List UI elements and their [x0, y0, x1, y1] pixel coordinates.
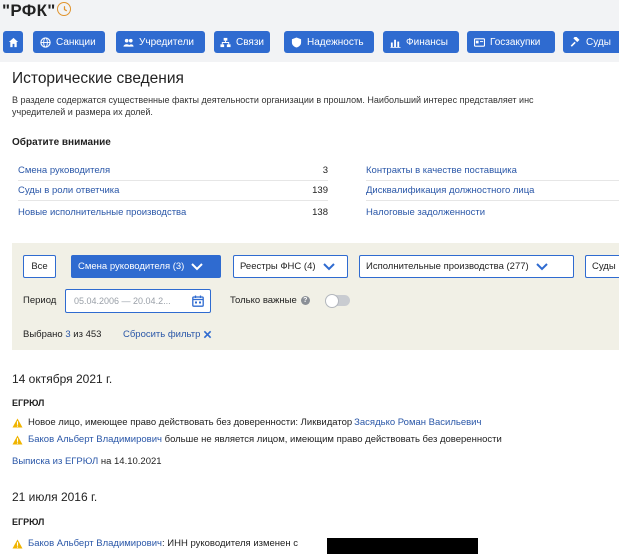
fact-row: Суды в роли ответчика 139: [18, 181, 328, 201]
fact-link-disqualification[interactable]: Дисквалификация должностного лица: [366, 185, 534, 196]
fact-count: 3: [322, 165, 328, 176]
important-only-label: Только важные ?: [230, 295, 310, 306]
card-icon: [473, 36, 485, 48]
nav-home-button[interactable]: [3, 31, 23, 53]
chevron-down-icon: [322, 260, 336, 274]
nav-finance-button[interactable]: Финансы: [383, 31, 459, 53]
important-label-text: Только важные: [230, 295, 297, 306]
intro-text: В разделе содержатся существенные факты …: [12, 94, 619, 118]
shield-icon: [290, 36, 302, 48]
filter-label: Смена руководителя (3): [78, 261, 185, 272]
help-icon[interactable]: ?: [300, 296, 310, 305]
calendar-icon[interactable]: [192, 295, 204, 307]
reset-filter-link[interactable]: Сбросить фильтр: [123, 329, 212, 340]
fact-row: Дисквалификация должностного лица: [366, 181, 619, 201]
top-bar: "РФК" Санкции Учредители Связи Надежност…: [0, 0, 619, 62]
nav-courts-button[interactable]: Суды: [563, 31, 619, 53]
hammer-icon: [569, 36, 581, 48]
filter-courts-dropdown[interactable]: Суды: [585, 255, 619, 278]
extract-date: на 14.10.2021: [98, 456, 162, 467]
intro-line: В разделе содержатся существенные факты …: [12, 95, 534, 105]
notice-title: Обратите внимание: [12, 137, 111, 148]
chevron-down-icon: [535, 260, 549, 274]
nav-label: Санкции: [56, 36, 96, 48]
intro-line: учредителей и размера их долей.: [12, 107, 153, 117]
fact-link-tax-debts[interactable]: Налоговые задолженности: [366, 207, 485, 218]
fact-count: 139: [312, 185, 328, 196]
selected-count-link[interactable]: 3: [65, 329, 70, 340]
nav-label: Госзакупки: [490, 36, 541, 48]
warning-icon: [12, 417, 23, 428]
filter-enforcement-dropdown[interactable]: Исполнительные производства (277): [359, 255, 574, 278]
nav-sanctions-button[interactable]: Санкции: [33, 31, 105, 53]
reset-filter-label: Сбросить фильтр: [123, 329, 201, 340]
event-text: больше не является лицом, имеющим право …: [161, 434, 502, 445]
nav-links-button[interactable]: Связи: [214, 31, 270, 53]
fact-link-director-change[interactable]: Смена руководителя: [18, 165, 110, 176]
person-link[interactable]: Баков Альберт Владимирович: [28, 538, 162, 549]
filter-fns-registries-dropdown[interactable]: Реестры ФНС (4): [233, 255, 348, 278]
egrul-extract-link[interactable]: Выписка из ЕГРЮЛ: [12, 456, 98, 467]
selected-suffix: из 453: [73, 329, 102, 340]
page-title: Исторические сведения: [12, 70, 184, 87]
fact-row: Налоговые задолженности: [366, 202, 619, 222]
event-source: ЕГРЮЛ: [12, 398, 45, 408]
filter-label: Исполнительные производства (277): [366, 261, 529, 272]
close-icon: [204, 330, 212, 339]
globe-icon: [39, 36, 51, 48]
filter-label: Суды: [592, 261, 616, 272]
event-item: Баков Альберт Владимирович : ИНН руковод…: [12, 538, 301, 549]
nav-label: Связи: [236, 36, 265, 48]
event-item: Баков Альберт Владимирович больше не явл…: [12, 434, 502, 445]
period-date-input[interactable]: 05.04.2006 — 20.04.2...: [65, 289, 211, 313]
nav-procurement-button[interactable]: Госзакупки: [467, 31, 555, 53]
nav-label: Учредители: [139, 36, 195, 48]
company-title: "РФК": [2, 1, 56, 20]
event-source: ЕГРЮЛ: [12, 517, 45, 527]
extract-row: Выписка из ЕГРЮЛ на 14.10.2021: [12, 456, 162, 467]
nav-label: Надежность: [307, 36, 364, 48]
nav-reliability-button[interactable]: Надежность: [284, 31, 374, 53]
nav-label: Финансы: [406, 36, 448, 48]
warning-icon: [12, 538, 23, 549]
fact-link-supplier-contracts[interactable]: Контракты в качестве поставщика: [366, 165, 517, 176]
fact-row: Новые исполнительные производства 138: [18, 202, 328, 222]
event-date: 14 октября 2021 г.: [12, 372, 113, 386]
nav-founders-button[interactable]: Учредители: [116, 31, 205, 53]
selected-prefix: Выбрано: [23, 329, 63, 340]
period-placeholder: 05.04.2006 — 20.04.2...: [74, 296, 171, 306]
fact-link-defendant-courts[interactable]: Суды в роли ответчика: [18, 185, 119, 196]
person-link[interactable]: Засядько Роман Васильевич: [354, 417, 481, 428]
history-card: Исторические сведения В разделе содержат…: [0, 62, 619, 559]
person-link[interactable]: Баков Альберт Владимирович: [28, 434, 162, 445]
warning-icon: [12, 434, 23, 445]
chart-icon: [389, 36, 401, 48]
event-date: 21 июля 2016 г.: [12, 490, 98, 504]
selected-count: Выбрано 3 из 453: [23, 329, 101, 340]
event-text: Новое лицо, имеющее право действовать бе…: [28, 417, 353, 428]
fact-row: Контракты в качестве поставщика: [366, 161, 619, 181]
filter-all-button[interactable]: Все: [23, 255, 56, 278]
filter-label: Реестры ФНС (4): [240, 261, 316, 272]
nav-label: Суды: [586, 36, 611, 48]
filter-panel: Все Смена руководителя (3) Реестры ФНС (…: [12, 243, 619, 350]
event-item: Новое лицо, имеющее право действовать бе…: [12, 417, 481, 428]
important-only-toggle[interactable]: [325, 294, 350, 308]
chevron-down-icon: [190, 260, 204, 274]
clock-icon[interactable]: [57, 2, 71, 16]
home-icon: [7, 36, 19, 48]
fact-count: 138: [312, 206, 328, 218]
people-icon: [122, 36, 134, 48]
fact-row: Смена руководителя 3: [18, 161, 328, 181]
event-text: : ИНН руководителя изменен с: [161, 538, 301, 549]
filter-director-change-dropdown[interactable]: Смена руководителя (3): [71, 255, 221, 278]
redaction-block: [327, 538, 478, 554]
fact-link-enforcement[interactable]: Новые исполнительные производства: [18, 207, 186, 218]
period-label: Период: [23, 295, 57, 306]
network-icon: [220, 36, 231, 48]
